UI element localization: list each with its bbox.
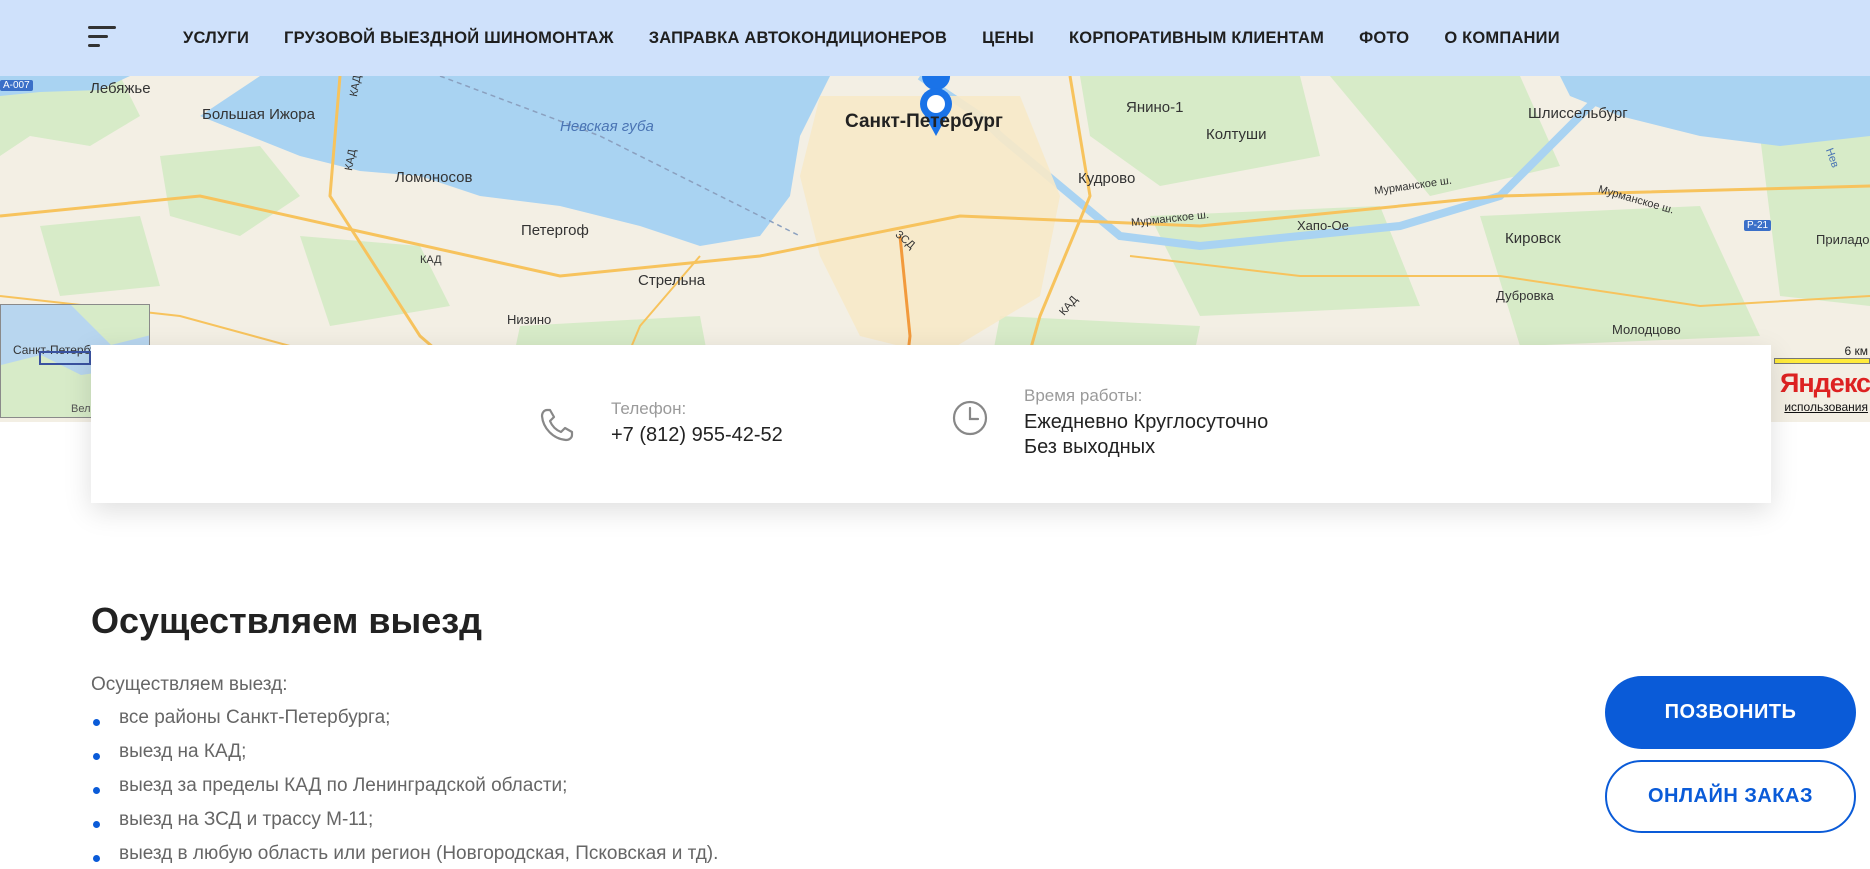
map-label: Молодцово: [1612, 322, 1681, 337]
map-label: Ломоносов: [395, 169, 473, 186]
map-label: Приладо: [1816, 232, 1870, 247]
phone-value[interactable]: +7 (812) 955-42-52: [611, 423, 783, 448]
nav-truck-tire-service[interactable]: ГРУЗОВОЙ ВЫЕЗДНОЙ ШИНОМОНТАЖ: [284, 29, 614, 48]
map-scale-label: 6 км: [1844, 344, 1868, 358]
yandex-logo[interactable]: Яндекс: [1780, 368, 1870, 399]
menu-icon[interactable]: [88, 24, 118, 50]
main-nav: УСЛУГИ ГРУЗОВОЙ ВЫЕЗДНОЙ ШИНОМОНТАЖ ЗАПР…: [183, 0, 1595, 76]
map-label: Кировск: [1505, 230, 1561, 247]
minimap-viewport[interactable]: [39, 351, 91, 365]
map-label: Петергоф: [521, 222, 589, 239]
nav-photo[interactable]: ФОТО: [1359, 29, 1409, 48]
list-item: выезд в любую область или регион (Новгор…: [91, 839, 718, 869]
map-label-road: КАД: [420, 254, 442, 266]
map-scale-bar: [1774, 358, 1870, 364]
clock-icon: [952, 400, 988, 436]
hours-line-1: Ежедневно Круглосуточно: [1024, 411, 1269, 433]
nav-ac-refill[interactable]: ЗАПРАВКА АВТОКОНДИЦИОНЕРОВ: [649, 29, 947, 48]
phone-label: Телефон:: [611, 399, 687, 418]
online-order-button[interactable]: ОНЛАЙН ЗАКАЗ: [1605, 760, 1856, 833]
map-label: Большая Ижора: [202, 106, 315, 123]
nav-services[interactable]: УСЛУГИ: [183, 29, 249, 48]
map-label: Хапо-Ое: [1297, 218, 1349, 233]
hours-line-2: Без выходных: [1024, 436, 1156, 458]
site-header: УСЛУГИ ГРУЗОВОЙ ВЫЕЗДНОЙ ШИНОМОНТАЖ ЗАПР…: [0, 0, 1870, 76]
map-label: Невская губа: [560, 118, 654, 135]
map-label: Кудрово: [1078, 170, 1136, 187]
phone-icon: [540, 408, 574, 442]
map-label: Низино: [507, 312, 552, 327]
list-item: выезд на ЗСД и трассу М-11;: [91, 805, 718, 839]
map-label-city: Санкт-Петербург: [845, 111, 1003, 132]
section-intro: Осуществляем выезд:: [91, 674, 288, 695]
nav-about[interactable]: О КОМПАНИИ: [1444, 29, 1559, 48]
map-label: Лебяжье: [90, 80, 151, 97]
map-label-route: А-007: [0, 80, 33, 91]
map-label-route: Р-21: [1744, 220, 1772, 231]
service-area-list: все районы Санкт-Петербурга; выезд на КА…: [91, 703, 718, 869]
map-label: Шлиссельбург: [1528, 105, 1628, 122]
hours-label: Время работы:: [1024, 386, 1143, 405]
nav-prices[interactable]: ЦЕНЫ: [982, 29, 1034, 48]
contact-card: Телефон: +7 (812) 955-42-52 Время работы…: [91, 345, 1771, 503]
hours-info: Время работы: Ежедневно Круглосуточно Бе…: [950, 386, 1268, 460]
section-title: Осуществляем выезд: [91, 600, 482, 641]
nav-corporate[interactable]: КОРПОРАТИВНЫМ КЛИЕНТАМ: [1069, 29, 1324, 48]
map-label: Янино-1: [1126, 99, 1184, 116]
list-item: выезд за пределы КАД по Ленинградской об…: [91, 771, 718, 805]
map-label: Колтуши: [1206, 126, 1267, 143]
yandex-terms-link[interactable]: использования: [1784, 400, 1868, 414]
map-label: Дубровка: [1496, 288, 1554, 303]
phone-info: Телефон: +7 (812) 955-42-52: [537, 399, 783, 448]
list-item: выезд на КАД;: [91, 737, 718, 771]
map-label: Стрельна: [638, 272, 706, 289]
minimap-label: Вел: [71, 403, 91, 415]
call-button[interactable]: ПОЗВОНИТЬ: [1605, 676, 1856, 749]
list-item: все районы Санкт-Петербурга;: [91, 703, 718, 737]
